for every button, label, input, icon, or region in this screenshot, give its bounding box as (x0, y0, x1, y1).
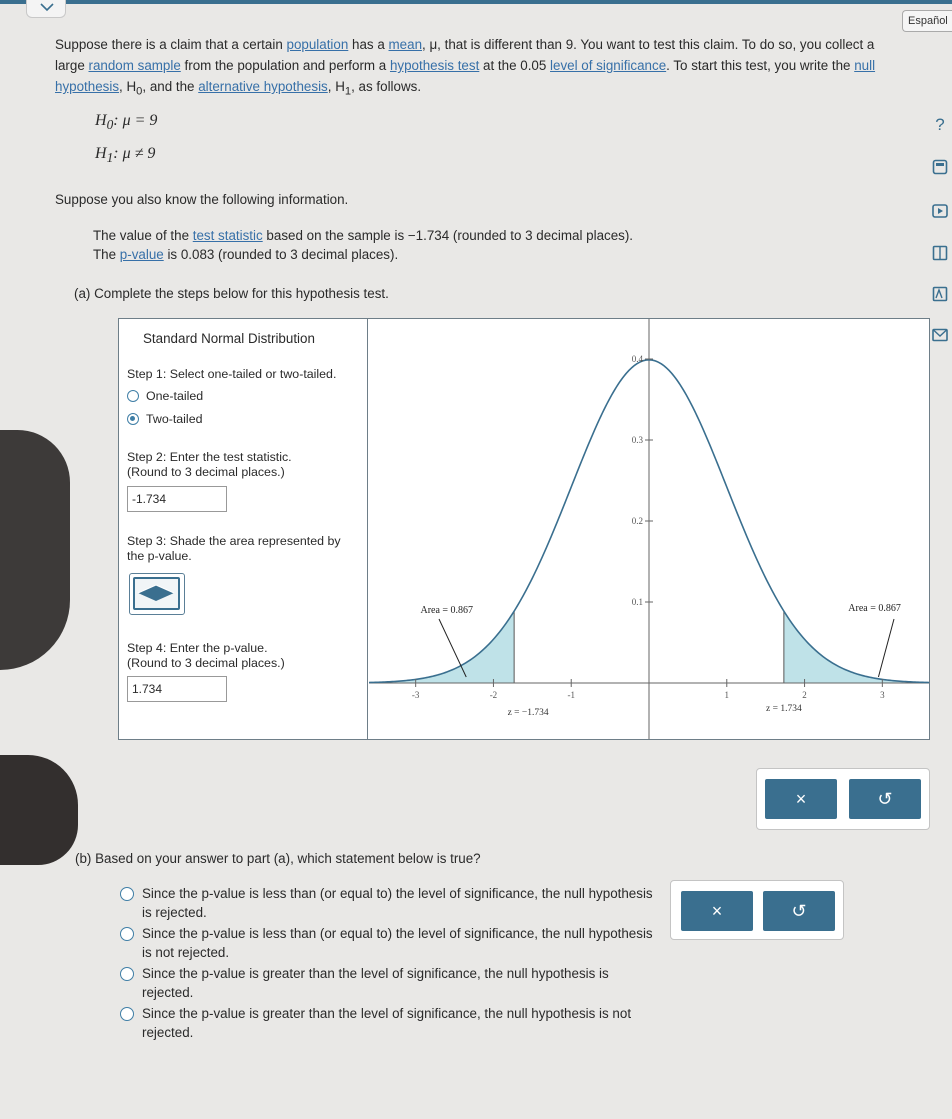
radio-circle[interactable] (120, 1007, 134, 1021)
link-level-of-significance[interactable]: level of significance (550, 58, 666, 73)
radio-two-tailed[interactable]: Two-tailed (127, 412, 202, 426)
left-tail-shade (369, 611, 515, 683)
y-tick-label-2: 0.3 (632, 435, 644, 445)
option-b-1[interactable]: Since the p-value is less than (or equal… (120, 884, 660, 922)
step4-label: Step 4: Enter the p-value. (Round to 3 de… (127, 641, 285, 670)
clear-button-a[interactable]: × (765, 779, 837, 819)
clear-button-b[interactable]: × (681, 891, 753, 931)
link-population[interactable]: population (287, 37, 349, 52)
chevron-down-icon (40, 3, 54, 12)
textbook-icon[interactable] (931, 244, 949, 262)
radio-one-tailed[interactable]: One-tailed (127, 389, 203, 403)
normal-distribution-chart[interactable]: -3 -2 -1 1 2 3 0.1 0.2 0.3 0.4 Area = 0.867 Area = … (368, 319, 930, 739)
part-a-controls: × ↺ (756, 768, 930, 830)
y-tick-label-3: 0.4 (632, 354, 644, 364)
font-size-icon[interactable] (931, 285, 949, 303)
mail-icon[interactable] (931, 326, 949, 344)
radio-circle[interactable] (127, 390, 139, 402)
link-mean[interactable]: mean (389, 37, 423, 52)
x-tick-label-0: -3 (412, 690, 420, 700)
left-area-pointer (438, 618, 467, 678)
link-p-value[interactable]: p-value (120, 247, 164, 262)
link-alternative-hypothesis[interactable]: alternative hypothesis (198, 79, 328, 94)
right-area-pointer (877, 618, 895, 678)
problem-intro: Suppose there is a claim that a certain … (55, 37, 876, 98)
part-b-heading: (b) Based on your answer to part (a), wh… (75, 851, 481, 866)
know-text: Suppose you also know the following info… (55, 192, 349, 207)
step3-label: Step 3: Shade the area represented by the… (127, 534, 341, 563)
shade-area-button[interactable] (129, 573, 185, 615)
language-button[interactable]: Español (902, 10, 952, 32)
distribution-panel: Standard Normal Distribution Step 1: Sel… (118, 318, 930, 740)
steps-column: Standard Normal Distribution Step 1: Sel… (119, 319, 368, 739)
null-hypothesis: H0: μ = 9 (95, 112, 158, 133)
radio-circle-selected[interactable] (127, 413, 139, 425)
info-p-value: The p-value is 0.083 (rounded to 3 decim… (93, 247, 399, 262)
radio-circle[interactable] (120, 887, 134, 901)
link-hypothesis-test[interactable]: hypothesis test (390, 58, 479, 73)
shade-curve-icon (137, 584, 175, 601)
y-tick-label-0: 0.1 (632, 597, 643, 607)
x-tick-label-2: -1 (567, 690, 575, 700)
x-tick-label-4: 2 (802, 690, 807, 700)
part-b-controls: × ↺ (670, 880, 844, 940)
right-area-label: Area = 0.867 (848, 603, 901, 614)
x-tick-label-1: -2 (490, 690, 498, 700)
calculator-icon[interactable] (931, 158, 949, 176)
step2-label: Step 2: Enter the test statistic. (Round … (127, 450, 292, 479)
alternative-hypothesis: H1: μ ≠ 9 (95, 145, 156, 166)
right-tail-shade (783, 611, 929, 683)
link-random-sample[interactable]: random sample (89, 58, 181, 73)
collapse-tab[interactable] (26, 0, 66, 18)
radio-circle[interactable] (120, 967, 134, 981)
right-z-label: z = 1.734 (766, 704, 802, 714)
x-tick-label-5: 3 (880, 690, 885, 700)
option-b-2[interactable]: Since the p-value is less than (or equal… (120, 924, 660, 962)
finger-shadow-lower (0, 755, 78, 865)
undo-button-a[interactable]: ↺ (849, 779, 921, 819)
left-z-label: z = −1.734 (508, 708, 549, 718)
finger-shadow-upper (0, 430, 70, 670)
video-icon[interactable] (931, 202, 949, 220)
distribution-chart-area[interactable]: -3 -2 -1 1 2 3 0.1 0.2 0.3 0.4 Area = 0.867 Area = … (368, 319, 930, 739)
radio-circle[interactable] (120, 927, 134, 941)
option-b-4[interactable]: Since the p-value is greater than the le… (120, 1004, 660, 1042)
undo-button-b[interactable]: ↺ (763, 891, 835, 931)
x-tick-label-3: 1 (725, 690, 730, 700)
top-bar (0, 0, 952, 4)
option-b-3[interactable]: Since the p-value is greater than the le… (120, 964, 660, 1002)
step1-label: Step 1: Select one-tailed or two-tailed. (127, 367, 337, 381)
help-icon[interactable]: ? (931, 115, 949, 134)
left-area-label: Area = 0.867 (420, 605, 473, 616)
link-test-statistic[interactable]: test statistic (193, 228, 263, 243)
panel-title: Standard Normal Distribution (143, 331, 315, 346)
info-test-statistic: The value of the test statistic based on… (93, 228, 634, 243)
part-a-heading: (a) Complete the steps below for this hy… (74, 286, 389, 301)
test-statistic-input[interactable]: -1.734 (127, 486, 227, 512)
y-tick-label-1: 0.2 (632, 516, 643, 526)
p-value-input[interactable]: 1.734 (127, 676, 227, 702)
